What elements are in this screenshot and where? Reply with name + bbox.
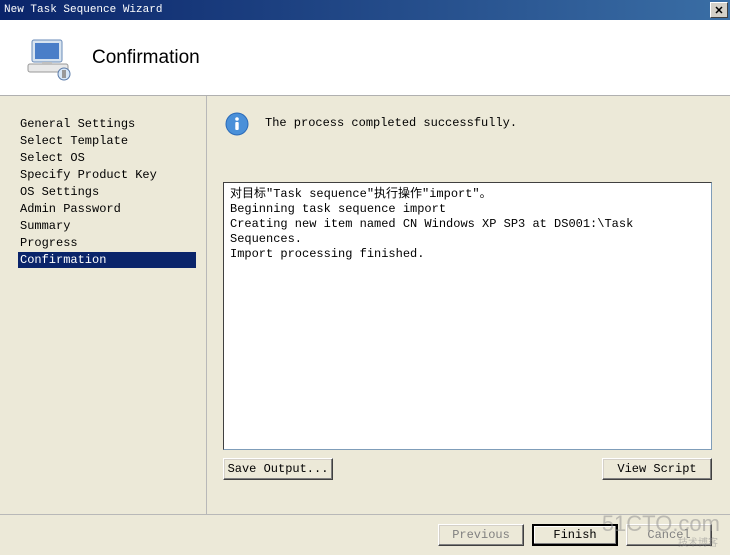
- status-message: The process completed successfully.: [265, 112, 517, 130]
- wizard-header: Confirmation: [0, 20, 730, 96]
- view-script-button[interactable]: View Script: [602, 458, 712, 480]
- wizard-footer: Previous Finish Cancel: [0, 514, 730, 555]
- save-output-button[interactable]: Save Output...: [223, 458, 333, 480]
- wizard-body: General Settings Select Template Select …: [0, 96, 730, 514]
- content-buttons-row: Save Output... View Script: [223, 458, 712, 480]
- computer-icon: [26, 34, 74, 82]
- sidebar-item-select-template[interactable]: Select Template: [18, 133, 196, 149]
- previous-button: Previous: [438, 524, 524, 546]
- wizard-steps-sidebar: General Settings Select Template Select …: [0, 96, 207, 514]
- page-title: Confirmation: [92, 47, 200, 69]
- close-button[interactable]: ✕: [710, 2, 728, 18]
- info-icon: [225, 112, 249, 136]
- finish-button[interactable]: Finish: [532, 524, 618, 546]
- sidebar-item-summary[interactable]: Summary: [18, 218, 196, 234]
- sidebar-item-progress[interactable]: Progress: [18, 235, 196, 251]
- sidebar-item-select-os[interactable]: Select OS: [18, 150, 196, 166]
- sidebar-item-specify-product-key[interactable]: Specify Product Key: [18, 167, 196, 183]
- window-title: New Task Sequence Wizard: [4, 4, 710, 16]
- wizard-content: The process completed successfully. 对目标"…: [207, 96, 730, 514]
- sidebar-item-general-settings[interactable]: General Settings: [18, 116, 196, 132]
- close-icon: ✕: [714, 4, 723, 17]
- cancel-button: Cancel: [626, 524, 712, 546]
- output-log[interactable]: 对目标"Task sequence"执行操作"import"。 Beginnin…: [223, 182, 712, 450]
- sidebar-item-admin-password[interactable]: Admin Password: [18, 201, 196, 217]
- status-row: The process completed successfully.: [223, 112, 712, 136]
- sidebar-item-confirmation[interactable]: Confirmation: [18, 252, 196, 268]
- sidebar-item-os-settings[interactable]: OS Settings: [18, 184, 196, 200]
- titlebar: New Task Sequence Wizard ✕: [0, 0, 730, 20]
